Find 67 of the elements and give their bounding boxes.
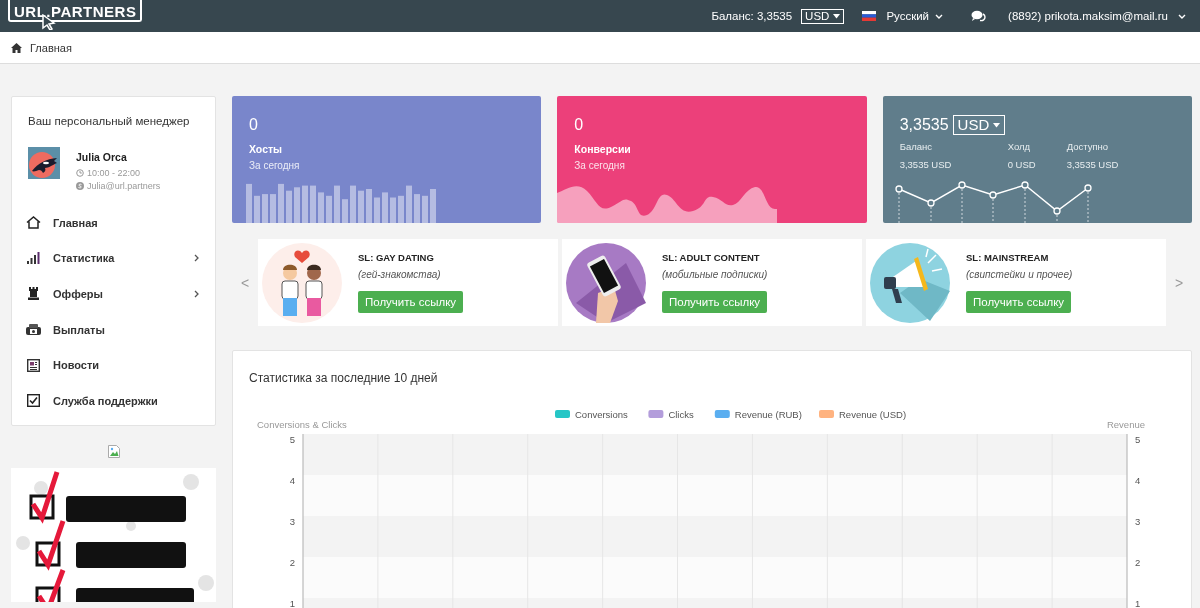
breadcrumb-link[interactable]: Главная [30, 41, 72, 54]
offer-subtitle: (свипстейки и прочее) [966, 269, 1073, 280]
home-icon [11, 42, 22, 53]
stat-value: 0 [249, 116, 258, 134]
stat-label: Хосты [249, 143, 284, 155]
signal-bars-icon [27, 252, 40, 265]
axis-title: Conversions & Clicks [257, 419, 347, 430]
axis-tick-label: 2 [289, 557, 295, 568]
axis-tick-label: 3 [1135, 516, 1141, 527]
offer-title: SL: GAY DATING [358, 252, 434, 263]
nav-item[interactable]: Выплаты [12, 311, 215, 348]
nav-item[interactable]: Офферы [12, 276, 215, 312]
stat-caption: За сегодня [249, 160, 301, 171]
stat-caption: За сегодня [574, 160, 626, 171]
broken-image-icon [107, 444, 120, 458]
working-hours: 10:00 - 22:00 [87, 168, 141, 178]
balance-amount: 0 USD [1007, 159, 1037, 170]
balance-amount: 3,3535 USD [1066, 159, 1119, 170]
offer-subtitle: (гей-знакомства) [358, 269, 441, 280]
rook-icon [27, 287, 40, 301]
balance-amount: 3,3535 USD [899, 159, 953, 170]
axis-tick-label: 1 [289, 598, 295, 608]
nav-item[interactable]: Статистика [12, 240, 215, 277]
chart-title: Статистика за последние 10 дней [249, 371, 439, 385]
nav-item[interactable]: Главная [12, 205, 215, 241]
balance-value: 3,3535 [899, 116, 949, 134]
caret-icon [993, 122, 1001, 128]
balance-label: Холд [1007, 141, 1032, 152]
cash-box-icon [26, 323, 41, 336]
offer-title: SL: MAINSTREAM [966, 252, 1049, 263]
stat-value: 0 [574, 116, 584, 134]
nav-item[interactable]: Новости [12, 347, 215, 383]
axis-tick-label: 1 [1135, 598, 1141, 608]
caret-icon [833, 13, 841, 19]
legend-label[interactable]: Revenue (USD) [839, 409, 907, 420]
skype-icon [76, 182, 84, 190]
chevron-down-icon [935, 13, 944, 19]
axis-tick-label: 5 [289, 434, 295, 445]
house-icon [26, 216, 41, 230]
offer-title: SL: ADULT CONTENT [662, 252, 760, 263]
nav-item[interactable]: Служба поддержки [12, 382, 215, 419]
legend-label[interactable]: Revenue (RUB) [734, 409, 802, 420]
legend-label[interactable]: Conversions [575, 409, 628, 420]
balance-text: Баланс: 3,3535 [711, 10, 793, 22]
offer-subtitle: (мобильные подписки) [662, 269, 768, 280]
manager-name: Julia Orca [76, 151, 128, 163]
checkbox-icon [27, 394, 40, 408]
flag-icon [862, 11, 877, 21]
axis-tick-label: 4 [1135, 475, 1141, 486]
axis-tick-label: 3 [289, 516, 295, 527]
currency-select[interactable]: USD [952, 115, 1006, 135]
chevron-down-icon [1178, 13, 1186, 19]
clock-icon [76, 169, 84, 177]
legend-label[interactable]: Clicks [668, 409, 694, 420]
newspaper-icon [27, 358, 40, 372]
balance-label: Доступно [1066, 141, 1110, 152]
card-title: Ваш персональный менеджер [28, 115, 191, 127]
axis-tick-label: 5 [1135, 434, 1141, 445]
axis-tick-label: 4 [289, 475, 295, 486]
account-menu[interactable]: (8892) prikota.maksim@mail.ru [1008, 10, 1186, 22]
chat-icon[interactable] [971, 9, 987, 23]
stat-label: Конверсии [574, 143, 632, 155]
balance-label: Баланс [899, 141, 933, 152]
axis-title: Revenue [1106, 419, 1145, 430]
axis-tick-label: 2 [1135, 557, 1141, 568]
language-menu[interactable]: Русский [862, 10, 944, 22]
currency-select[interactable]: USD [801, 8, 845, 24]
